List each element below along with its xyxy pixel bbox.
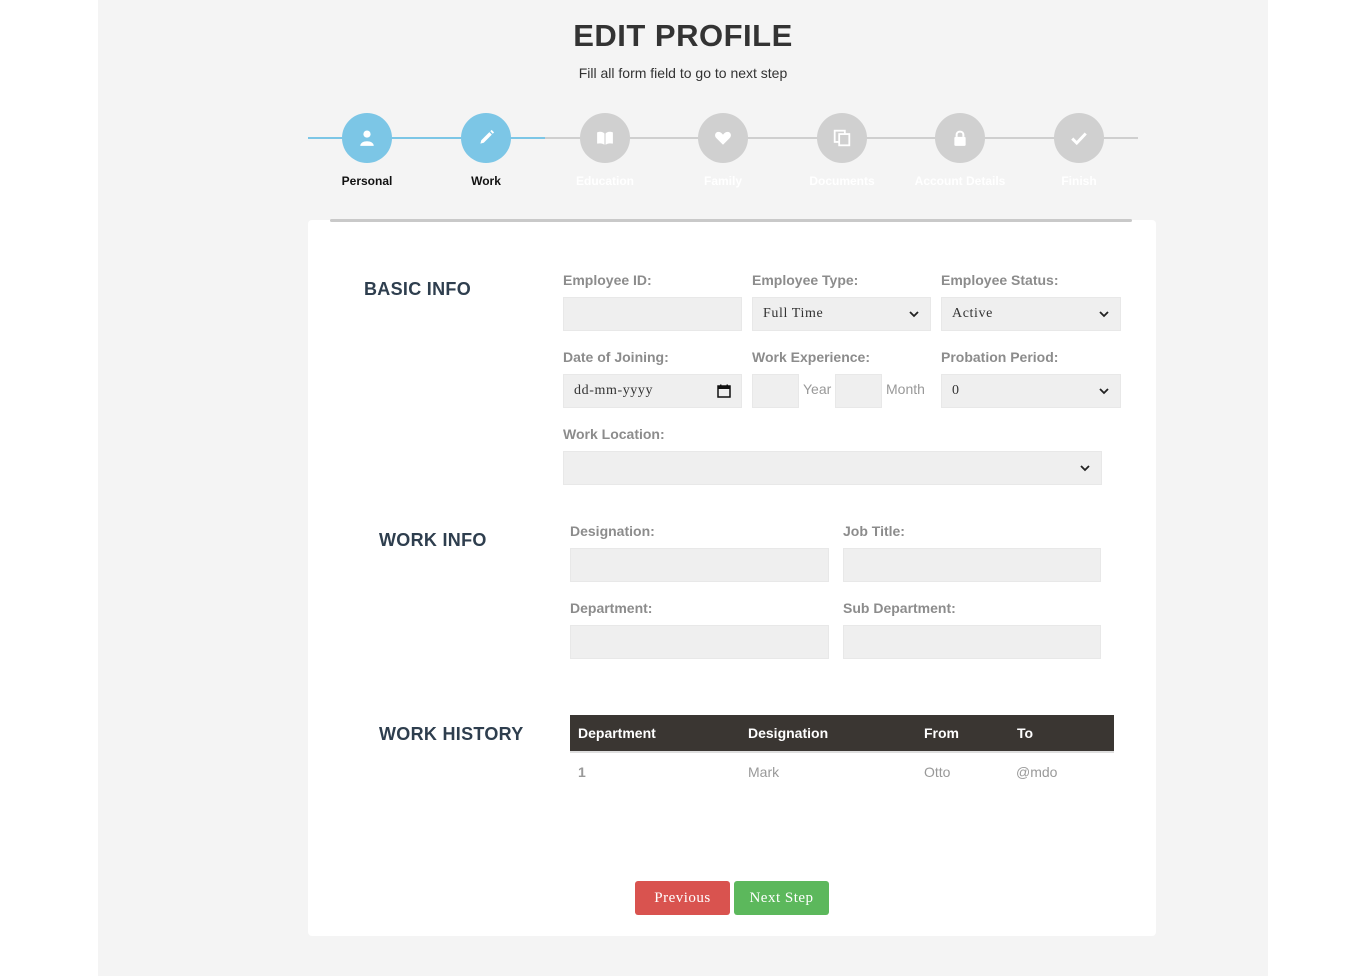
employee-type-select[interactable]: Full Time xyxy=(752,297,931,331)
table-cell: @mdo xyxy=(1016,764,1058,780)
work-location-label: Work Location: xyxy=(563,426,665,442)
step-documents[interactable]: Documents xyxy=(783,113,901,188)
employee-id-input[interactable] xyxy=(563,297,742,331)
step-label: Personal xyxy=(341,174,393,188)
experience-month-input[interactable] xyxy=(835,374,882,408)
step-work[interactable]: Work xyxy=(427,113,545,188)
work-info-title: WORK INFO xyxy=(379,530,487,550)
step-personal[interactable]: Personal xyxy=(308,113,426,188)
work-history-table: Department Designation From To 1 Mark Ot… xyxy=(570,715,1114,791)
work-experience-label: Work Experience: xyxy=(752,349,871,365)
step-label: Account Details xyxy=(914,174,1006,188)
experience-year-input[interactable] xyxy=(752,374,799,408)
sub-department-input[interactable] xyxy=(843,625,1101,659)
step-label: Finish xyxy=(1061,174,1097,188)
page-title: EDIT PROFILE xyxy=(573,18,793,53)
step-education[interactable]: Education xyxy=(546,113,664,188)
department-label: Department: xyxy=(570,600,653,616)
chevron-down-icon xyxy=(1080,465,1090,472)
employee-id-label: Employee ID: xyxy=(563,272,652,288)
month-unit: Month xyxy=(886,381,925,397)
previous-button[interactable]: Previous xyxy=(635,881,730,915)
sub-department-label: Sub Department: xyxy=(843,600,956,616)
job-title-label: Job Title: xyxy=(843,523,905,539)
table-header: Department Designation From To xyxy=(570,715,1114,753)
page-subtitle: Fill all form field to go to next step xyxy=(578,65,788,81)
book-icon xyxy=(580,113,630,163)
step-label: Family xyxy=(703,174,742,188)
table-row: 1 Mark Otto @mdo xyxy=(570,753,1114,791)
year-unit: Year xyxy=(803,381,832,397)
table-cell: Mark xyxy=(748,764,780,780)
chevron-down-icon xyxy=(1099,388,1109,395)
step-family[interactable]: Family xyxy=(664,113,782,188)
table-cell: Otto xyxy=(924,764,951,780)
pencil-icon xyxy=(461,113,511,163)
date-of-joining-input[interactable]: dd-mm-yyyy xyxy=(563,374,742,408)
basic-info-title: BASIC INFO xyxy=(364,279,472,299)
check-icon xyxy=(1054,113,1104,163)
designation-label: Designation: xyxy=(570,523,655,539)
job-title-input[interactable] xyxy=(843,548,1101,582)
column-header-from: From xyxy=(924,725,959,741)
date-of-joining-label: Date of Joining: xyxy=(563,349,669,365)
next-step-button[interactable]: Next Step xyxy=(734,881,829,915)
designation-input[interactable] xyxy=(570,548,829,582)
lock-icon xyxy=(935,113,985,163)
step-account-details[interactable]: Account Details xyxy=(901,113,1019,188)
chevron-down-icon xyxy=(909,311,919,318)
copy-icon xyxy=(817,113,867,163)
employee-status-label: Employee Status: xyxy=(941,272,1059,288)
column-header-department: Department xyxy=(578,725,656,741)
chevron-down-icon xyxy=(1099,311,1109,318)
probation-period-select[interactable]: 0 xyxy=(941,374,1121,408)
column-header-designation: Designation xyxy=(748,725,829,741)
calendar-icon[interactable] xyxy=(717,384,731,398)
employee-type-value: Full Time xyxy=(763,306,824,321)
step-label: Work xyxy=(471,174,501,188)
employee-status-select[interactable]: Active xyxy=(941,297,1121,331)
column-header-to: To xyxy=(1017,725,1034,741)
step-label: Education xyxy=(575,174,634,188)
table-cell: 1 xyxy=(578,764,586,780)
employee-type-label: Employee Type: xyxy=(752,272,859,288)
probation-period-label: Probation Period: xyxy=(941,349,1059,365)
work-history-title: WORK HISTORY xyxy=(379,724,524,744)
date-placeholder: dd-mm-yyyy xyxy=(574,383,654,398)
department-input[interactable] xyxy=(570,625,829,659)
heart-icon xyxy=(698,113,748,163)
card-top-shadow xyxy=(330,219,1132,222)
step-finish[interactable]: Finish xyxy=(1020,113,1138,188)
probation-period-value: 0 xyxy=(952,383,960,398)
employee-status-value: Active xyxy=(952,306,993,321)
work-location-select[interactable] xyxy=(563,451,1102,485)
step-label: Documents xyxy=(809,174,875,188)
user-icon xyxy=(342,113,392,163)
